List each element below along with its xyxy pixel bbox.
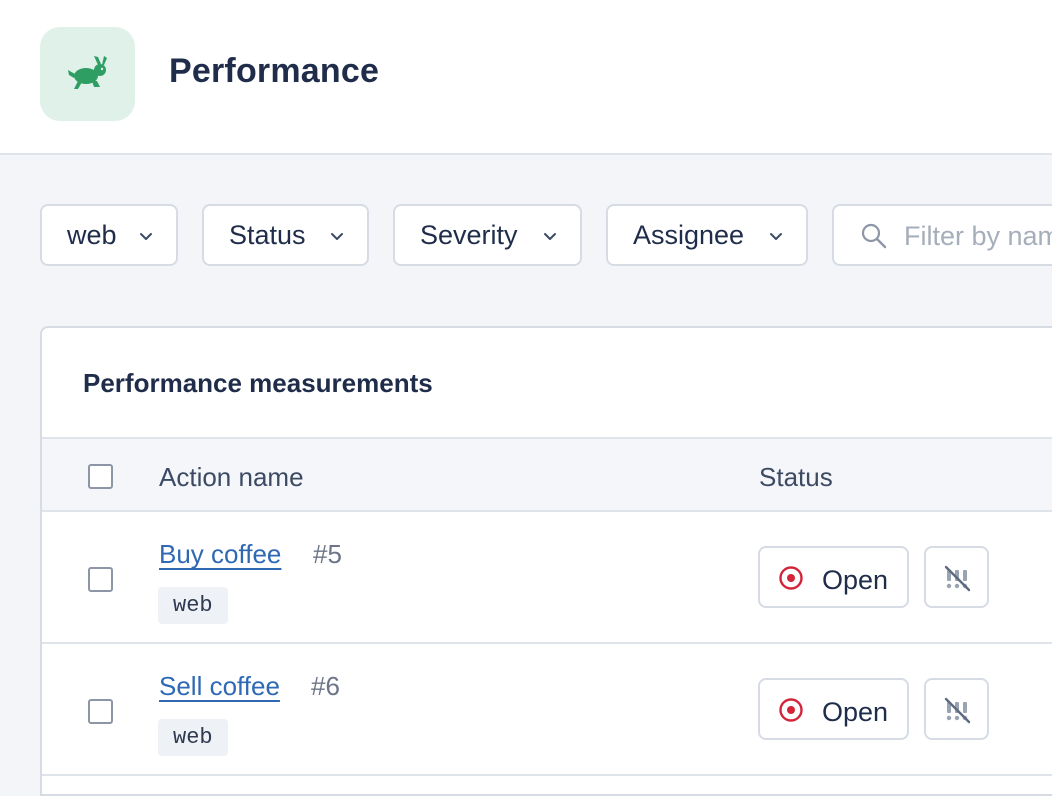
chevron-down-icon xyxy=(140,233,152,240)
chevron-down-icon xyxy=(770,233,782,240)
status-filter-dropdown[interactable]: Status xyxy=(202,204,369,266)
status-label: Open xyxy=(822,565,889,595)
severity-button[interactable] xyxy=(924,678,989,740)
row-checkbox[interactable] xyxy=(88,699,113,724)
status-filter-label: Status xyxy=(229,219,306,250)
platform-filter-dropdown[interactable]: web xyxy=(40,204,178,266)
column-header-action-name[interactable]: Action name xyxy=(159,462,304,493)
severity-filter-label: Severity xyxy=(420,219,518,250)
severity-button[interactable] xyxy=(924,546,989,608)
open-status-icon xyxy=(779,698,803,722)
action-number: #6 xyxy=(311,671,340,701)
card-title: Performance measurements xyxy=(83,368,433,398)
platform-filter-label: web xyxy=(67,219,117,250)
open-status-icon xyxy=(779,566,803,590)
action-name-link[interactable]: Sell coffee xyxy=(159,671,280,702)
platform-tag: web xyxy=(158,587,228,624)
assignee-filter-label: Assignee xyxy=(633,219,745,250)
name-filter xyxy=(832,204,1052,266)
table-header: Action name Status xyxy=(42,437,1052,512)
page-header: Performance xyxy=(0,0,1052,155)
name-filter-input[interactable] xyxy=(904,218,1052,254)
action-number: #5 xyxy=(313,539,342,569)
status-label: Open xyxy=(822,697,889,727)
platform-tag: web xyxy=(158,719,228,756)
column-header-status[interactable]: Status xyxy=(759,462,833,493)
no-severity-icon xyxy=(944,565,971,592)
table-row: Sell coffee #6 web Open xyxy=(42,644,1052,776)
severity-filter-dropdown[interactable]: Severity xyxy=(393,204,582,266)
assignee-filter-dropdown[interactable]: Assignee xyxy=(606,204,808,266)
table-row: Buy coffee #5 web Open xyxy=(42,512,1052,644)
filter-bar: web Status Severity Assignee xyxy=(0,204,1052,266)
rabbit-icon xyxy=(40,27,135,121)
measurements-card: Performance measurements Action name Sta… xyxy=(40,326,1052,796)
chevron-down-icon xyxy=(544,233,556,240)
action-name-link[interactable]: Buy coffee xyxy=(159,539,281,570)
search-icon xyxy=(861,223,887,249)
row-checkbox[interactable] xyxy=(88,567,113,592)
no-severity-icon xyxy=(944,697,971,724)
select-all-checkbox[interactable] xyxy=(88,464,113,489)
chevron-down-icon xyxy=(331,233,343,240)
status-button[interactable]: Open xyxy=(758,546,909,608)
status-button[interactable]: Open xyxy=(758,678,909,740)
page-title: Performance xyxy=(169,52,380,90)
